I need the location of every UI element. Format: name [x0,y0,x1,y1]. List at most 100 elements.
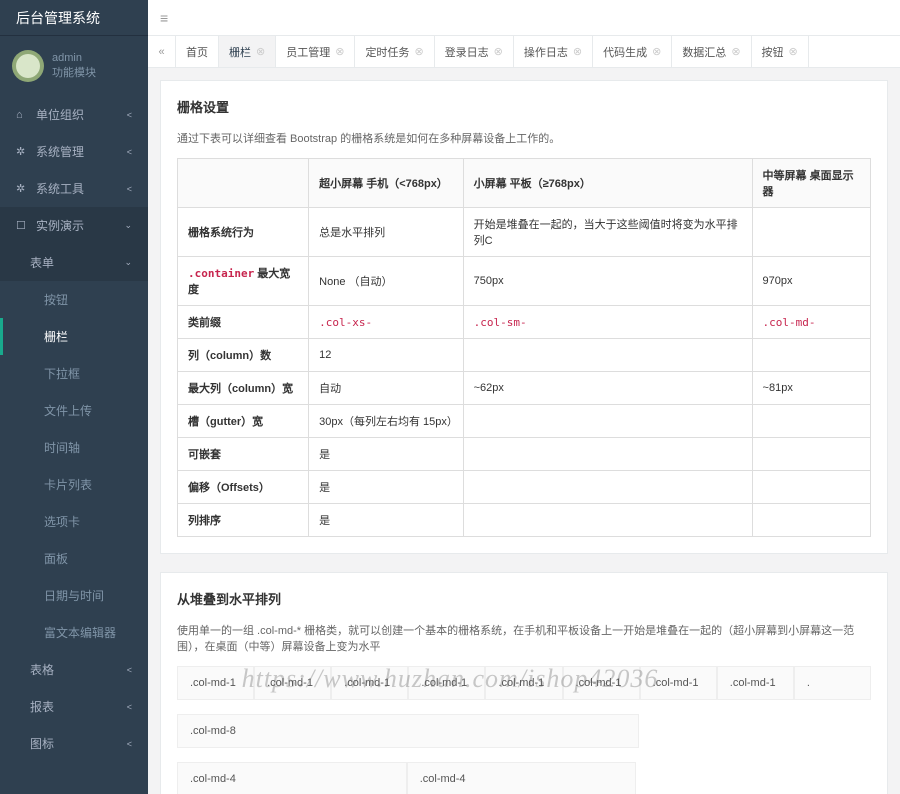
tab-label: 栅栏 [229,44,251,60]
panel-grid-settings: 栅格设置 通过下表可以详细查看 Bootstrap 的栅格系统是如何在多种屏幕设… [160,80,888,554]
tab[interactable]: 首页 [176,36,219,67]
table-row: 最大列（column）宽自动~62px~81px [178,372,871,405]
close-icon[interactable]: ⊗ [414,45,423,58]
grid-demo-col: .col-md-4 [407,762,637,794]
sidebar-subitem[interactable]: 下拉框 [0,355,148,392]
tab[interactable]: 按钮⊗ [752,36,809,67]
sidebar-subitem[interactable]: 栅栏 [0,318,148,355]
table-cell: 是 [309,504,463,537]
tab-label: 登录日志 [445,44,489,60]
sidebar-item[interactable]: ⌂单位组织< [0,96,148,133]
table-row: .container 最大宽度None （自动）750px970px [178,257,871,306]
sidebar-item[interactable]: 报表< [0,688,148,725]
nav-label: 图标 [30,735,54,752]
table-cell: 12 [309,339,463,372]
tab-label: 数据汇总 [682,44,726,60]
chevron-icon: < [127,147,132,157]
table-cell: None （自动） [309,257,463,306]
sidebar-item[interactable]: 表格< [0,651,148,688]
panel-stack-horizontal: 从堆叠到水平排列 使用单一的一组 .col-md-* 栅格类，就可以创建一个基本… [160,572,888,794]
grid-demo-col: .col-md-1 [563,666,640,700]
table-header [178,159,309,208]
table-row: 列排序是 [178,504,871,537]
table-cell: 30px（每列左右均有 15px） [309,405,463,438]
tab-label: 代码生成 [603,44,647,60]
tab[interactable]: 代码生成 ⊗ [593,36,672,67]
tab[interactable]: 数据汇总 ⊗ [672,36,751,67]
avatar [12,50,44,82]
sidebar-subitem[interactable]: 选项卡 [0,503,148,540]
table-cell: .col-xs- [309,306,463,339]
table-cell: 750px [463,257,752,306]
close-icon[interactable]: ⊗ [789,45,798,58]
sidebar-subitem[interactable]: 文件上传 [0,392,148,429]
tabstrip: « 首页栅栏⊗员工管理⊗定时任务⊗登录日志⊗操作日志⊗代码生成⊗数据汇总⊗按钮⊗ [148,36,900,68]
table-cell: 开始是堆叠在一起的，当大于这些阈值时将变为水平排列C [463,208,752,257]
tab[interactable]: 操作日志⊗ [514,36,593,67]
tab[interactable]: 定时任务 ⊗ [355,36,434,67]
close-icon[interactable]: ⊗ [652,45,661,58]
menu-toggle-icon[interactable]: ≡ [160,10,168,26]
grid-demo-row: .col-md-8 [177,714,871,748]
nav-label: 表单 [30,254,54,271]
close-icon[interactable]: ⊗ [573,45,582,58]
table-cell: 总是水平排列 [309,208,463,257]
table-cell [463,504,752,537]
nav-label: 表格 [30,661,54,678]
topbar: ≡ [148,0,900,36]
section-title: 从堆叠到水平排列 [177,589,871,608]
sidebar-subitem[interactable]: 时间轴 [0,429,148,466]
table-row: 栅格系统行为总是水平排列开始是堆叠在一起的，当大于这些阈值时将变为水平排列C [178,208,871,257]
grid-demo-col: .col-md-1 [408,666,485,700]
section-desc: 通过下表可以详细查看 Bootstrap 的栅格系统是如何在多种屏幕设备上工作的… [177,130,871,146]
close-icon[interactable]: ⊗ [731,45,740,58]
row-label: 类前缀 [178,306,309,339]
table-cell [752,339,870,372]
tab[interactable]: 栅栏 ⊗ [219,36,276,67]
nav-icon: ☐ [16,219,30,232]
close-icon[interactable]: ⊗ [335,45,344,58]
table-header: 小屏幕 平板（≥768px） [463,159,752,208]
grid-demo-row: .col-md-1.col-md-1.col-md-1.col-md-1.col… [177,666,871,700]
grid-demo-col: .col-md-1 [331,666,408,700]
nav-icon: ✲ [16,145,30,158]
row-label: 偏移（Offsets） [178,471,309,504]
sidebar-item[interactable]: ✲系统工具< [0,170,148,207]
grid-demo-col: .col-md-1 [640,666,717,700]
table-cell [463,471,752,504]
row-label: 最大列（column）宽 [178,372,309,405]
sidebar-subitem[interactable]: 按钮 [0,281,148,318]
table-row: 槽（gutter）宽30px（每列左右均有 15px） [178,405,871,438]
table-cell: 是 [309,438,463,471]
sidebar-item[interactable]: ☐实例演示⌄ [0,207,148,244]
sidebar-item[interactable]: ✲系统管理< [0,133,148,170]
sidebar-subitem[interactable]: 面板 [0,540,148,577]
close-icon[interactable]: ⊗ [256,45,265,58]
nav-label: 系统工具 [36,180,84,197]
sidebar-subitem[interactable]: 卡片列表 [0,466,148,503]
grid-spec-table: 超小屏幕 手机（<768px）小屏幕 平板（≥768px）中等屏幕 桌面显示器 … [177,158,871,537]
sidebar-subitem[interactable]: 富文本编辑器 [0,614,148,651]
grid-demo-col: .col-md-1 [177,666,254,700]
sidebar-item-form[interactable]: 表单⌄ [0,244,148,281]
table-cell: .col-sm- [463,306,752,339]
tab-label: 定时任务 [365,44,409,60]
table-cell [752,438,870,471]
table-cell: ~62px [463,372,752,405]
tab[interactable]: 员工管理⊗ [276,36,355,67]
tab-prev-button[interactable]: « [148,36,176,67]
close-icon[interactable]: ⊗ [494,45,503,58]
row-label: 槽（gutter）宽 [178,405,309,438]
grid-demo-row: .col-md-4.col-md-4 [177,762,871,794]
chevron-icon: < [127,184,132,194]
sidebar-subitem[interactable]: 日期与时间 [0,577,148,614]
table-cell [463,339,752,372]
chevron-icon: < [127,110,132,120]
nav-label: 报表 [30,698,54,715]
table-cell [463,405,752,438]
sidebar-item[interactable]: 图标< [0,725,148,762]
row-label: 列排序 [178,504,309,537]
tab[interactable]: 登录日志 ⊗ [435,36,514,67]
table-row: 偏移（Offsets）是 [178,471,871,504]
chevron-icon: ⌄ [124,220,132,231]
